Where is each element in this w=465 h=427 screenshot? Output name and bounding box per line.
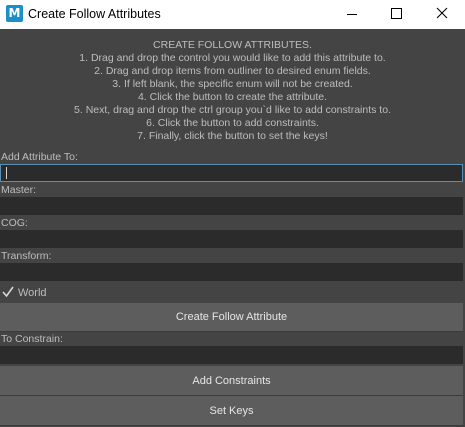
instruction-step-7: 7. Finally, click the button to set the … — [137, 130, 328, 142]
close-button[interactable] — [419, 0, 465, 29]
transform-label: Transform: — [1, 250, 52, 262]
checkmark-icon — [2, 286, 14, 298]
instruction-step-2: 2. Drag and drop items from outliner to … — [94, 65, 371, 77]
master-label: Master: — [1, 184, 37, 196]
to-constrain-field[interactable] — [0, 346, 463, 364]
close-icon — [436, 7, 448, 19]
instruction-step-3: 3. If left blank, the specific enum will… — [112, 78, 353, 90]
minimize-icon — [347, 14, 357, 15]
transform-field[interactable] — [0, 263, 463, 281]
cog-label: COG: — [1, 217, 28, 229]
create-follow-attributes-window: M Create Follow Attributes CREATE FOLLOW… — [0, 0, 465, 427]
cog-field[interactable] — [0, 230, 463, 248]
title-bar[interactable]: M Create Follow Attributes — [0, 0, 465, 29]
instruction-step-6: 6. Click the button to add constraints. — [146, 117, 319, 129]
world-checkbox[interactable] — [1, 285, 15, 299]
create-follow-attribute-button[interactable]: Create Follow Attribute — [0, 303, 463, 332]
add-constraints-button[interactable]: Add Constraints — [0, 366, 463, 396]
set-keys-button[interactable]: Set Keys — [0, 396, 463, 426]
instructions-heading: CREATE FOLLOW ATTRIBUTES. — [153, 39, 312, 51]
to-constrain-label: To Constrain: — [1, 333, 63, 345]
window-title: Create Follow Attributes — [28, 7, 161, 21]
instruction-step-1: 1. Drag and drop the control you would l… — [79, 52, 386, 64]
maya-app-icon: M — [6, 5, 23, 22]
instruction-step-4: 4. Click the button to create the attrib… — [137, 91, 328, 103]
master-field[interactable] — [0, 197, 463, 215]
instructions-text: CREATE FOLLOW ATTRIBUTES. 1. Drag and dr… — [0, 39, 465, 143]
minimize-button[interactable] — [329, 0, 375, 29]
maximize-icon — [391, 8, 402, 19]
instruction-step-5: 5. Next, drag and drop the ctrl group yo… — [74, 104, 391, 116]
world-checkbox-label: World — [18, 287, 47, 299]
add-attribute-to-label: Add Attribute To: — [1, 151, 78, 163]
maximize-button[interactable] — [373, 0, 419, 29]
text-caret — [6, 167, 7, 179]
add-attribute-to-field[interactable] — [0, 164, 463, 182]
